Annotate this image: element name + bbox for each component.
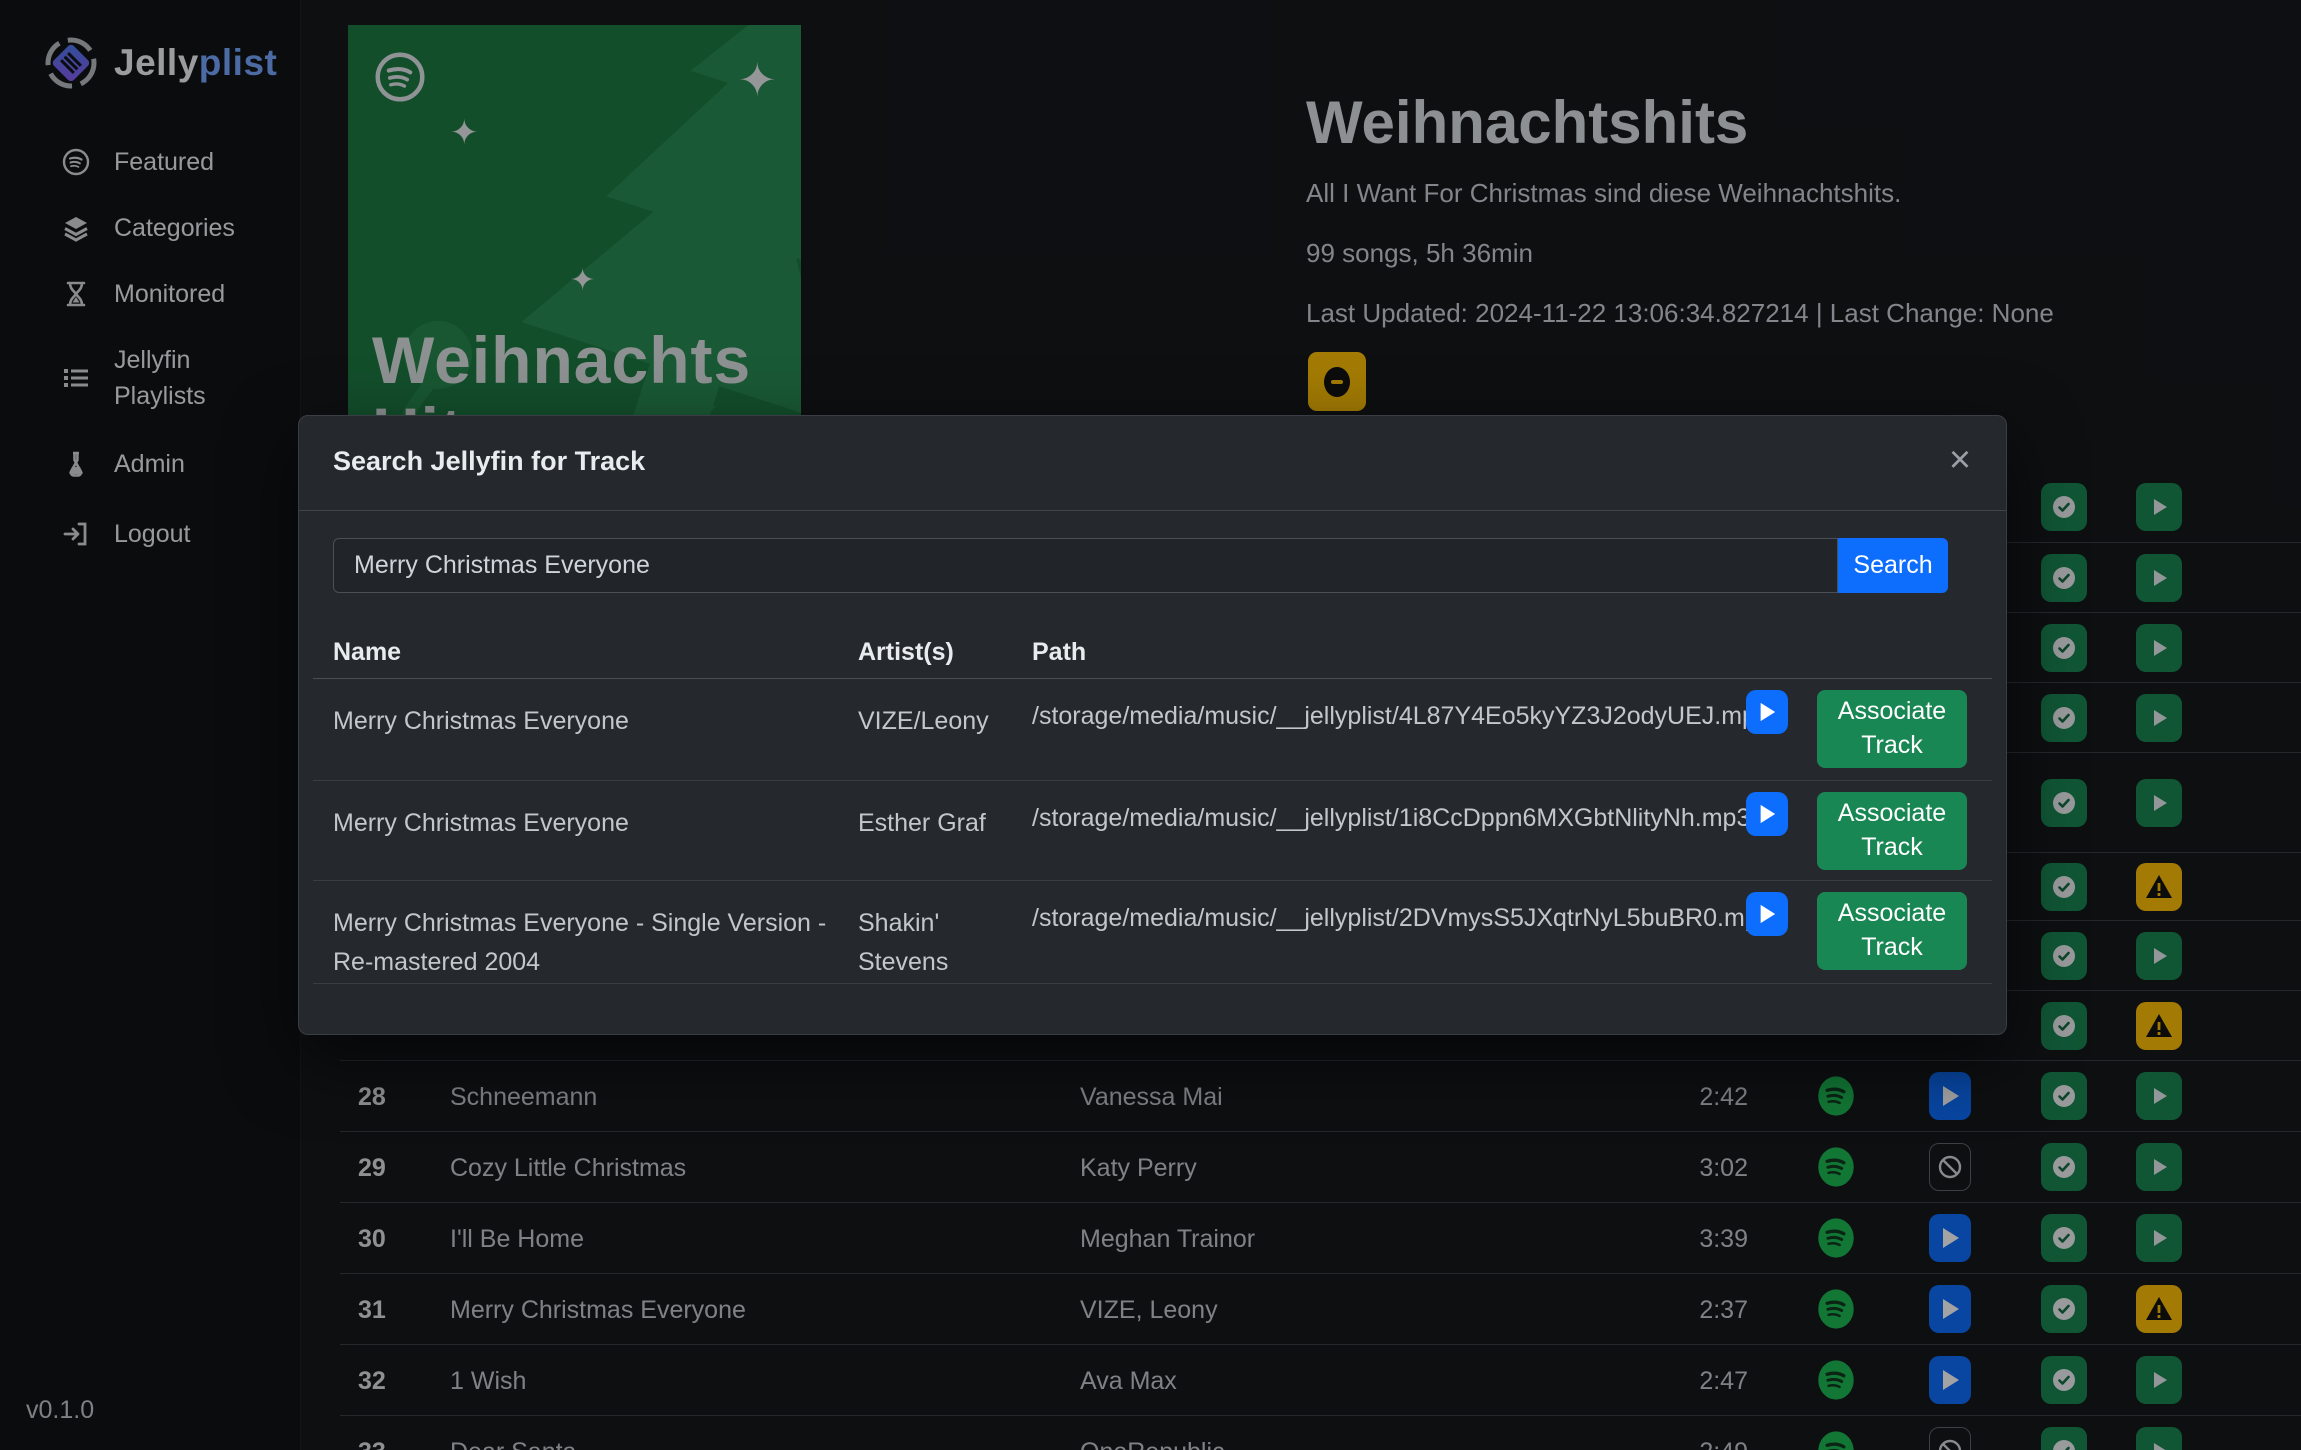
associate-track-button[interactable]: Associate Track [1817,892,1967,970]
play-icon [1757,803,1777,825]
result-name: Merry Christmas Everyone [333,702,833,741]
associate-track-button[interactable]: Associate Track [1817,690,1967,768]
column-header-artists: Artist(s) [858,638,954,667]
search-result-row: Merry Christmas Everyone - Single Versio… [313,880,1992,984]
app-root: ✦ ✦ ✦ Weihnachts Hits Weihnachtshits All… [0,0,2301,1450]
search-result-row: Merry Christmas Everyone VIZE/Leony /sto… [313,678,1992,781]
preview-play-button[interactable] [1746,792,1788,836]
modal-header: Search Jellyfin for Track × [299,416,2006,511]
result-artists: Esther Graf [858,804,1018,843]
preview-play-button[interactable] [1746,690,1788,734]
result-path: /storage/media/music/__jellyplist/2DVmys… [1032,904,1742,933]
search-button[interactable]: Search [1838,538,1948,593]
result-artists: Shakin' Stevens [858,904,1018,982]
result-name: Merry Christmas Everyone [333,804,833,843]
preview-play-button[interactable] [1746,892,1788,936]
search-input[interactable] [333,538,1838,593]
column-header-name: Name [333,638,401,667]
play-icon [1757,701,1777,723]
modal-title: Search Jellyfin for Track [333,446,645,477]
result-artists: VIZE/Leony [858,702,1018,741]
result-name: Merry Christmas Everyone - Single Versio… [333,904,833,982]
search-jellyfin-modal: Search Jellyfin for Track × Search Name … [298,415,2007,1035]
associate-track-button[interactable]: Associate Track [1817,792,1967,870]
result-path: /storage/media/music/__jellyplist/4L87Y4… [1032,702,1742,731]
column-header-path: Path [1032,638,1086,667]
result-path: /storage/media/music/__jellyplist/1i8CcD… [1032,804,1742,833]
search-result-row: Merry Christmas Everyone Esther Graf /st… [313,780,1992,881]
close-icon[interactable]: × [1940,440,1980,480]
play-icon [1757,903,1777,925]
